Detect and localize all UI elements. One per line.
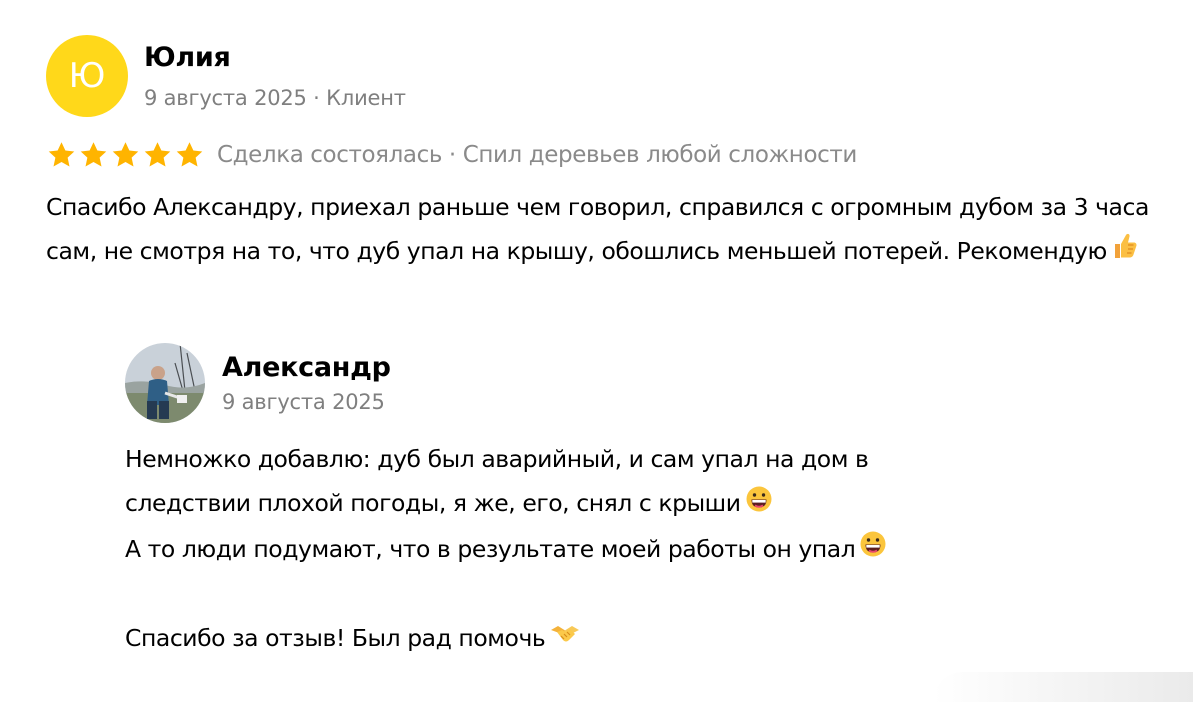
reply-date: 9 августа 2025 xyxy=(222,390,385,414)
review-text: Спасибо Александру, приехал раньше чем г… xyxy=(46,185,1156,275)
grinning-face-emoji-icon xyxy=(859,528,887,572)
star-icon xyxy=(46,140,77,170)
grinning-face-emoji-icon xyxy=(745,483,773,527)
star-icon xyxy=(142,140,173,170)
thumbs-up-emoji-icon xyxy=(1111,231,1139,275)
star-icon xyxy=(110,140,141,170)
scroll-shadow xyxy=(933,672,1193,702)
author-meta: 9 августа 2025 · Клиент xyxy=(144,86,406,110)
reply-avatar[interactable] xyxy=(125,343,205,423)
review-card: Ю Юлия 9 августа 2025 · Клиент Сделка со… xyxy=(0,0,1193,702)
reply-text: Немножко добавлю: дуб был аварийный, и с… xyxy=(125,437,1125,662)
reply-line-text: Немножко добавлю: дуб был аварийный, и с… xyxy=(125,445,869,473)
reply-info: Александр 9 августа 2025 xyxy=(222,351,391,415)
rating-row: Сделка состоялась · Спил деревьев любой … xyxy=(46,139,1153,171)
reply-line-text: А то люди подумают, что в результате мое… xyxy=(125,534,856,563)
reply-line xyxy=(125,572,1125,616)
deal-status: Сделка состоялась · Спил деревьев любой … xyxy=(217,142,857,168)
author-info: Юлия 9 августа 2025 · Клиент xyxy=(144,41,406,111)
reply-line: следствии плохой погоды, я же, его, снял… xyxy=(125,481,1125,527)
customer-review: Ю Юлия 9 августа 2025 · Клиент Сделка со… xyxy=(46,35,1153,275)
reply-line-text: следствии плохой погоды, я же, его, снял… xyxy=(125,489,741,517)
author-name[interactable]: Юлия xyxy=(144,41,406,75)
reply-line: А то люди подумают, что в результате мое… xyxy=(125,527,1125,573)
author-avatar[interactable]: Ю xyxy=(46,35,128,117)
star-rating xyxy=(46,140,205,170)
reply-line: Спасибо за отзыв! Был рад помочь xyxy=(125,616,1125,662)
review-author-row: Ю Юлия 9 августа 2025 · Клиент xyxy=(46,35,1153,117)
reply-line-text: Спасибо за отзыв! Был рад помочь xyxy=(125,624,546,652)
reply-author-name[interactable]: Александр xyxy=(222,351,391,385)
reply-author-row: Александр 9 августа 2025 xyxy=(125,343,1153,423)
review-body: Спасибо Александру, приехал раньше чем г… xyxy=(46,193,1156,265)
handshake-emoji-icon xyxy=(549,618,581,662)
star-icon xyxy=(174,140,205,170)
star-icon xyxy=(78,140,109,170)
reply-line: Немножко добавлю: дуб был аварийный, и с… xyxy=(125,437,1125,481)
owner-reply: Александр 9 августа 2025 Немножко добавл… xyxy=(125,343,1153,662)
